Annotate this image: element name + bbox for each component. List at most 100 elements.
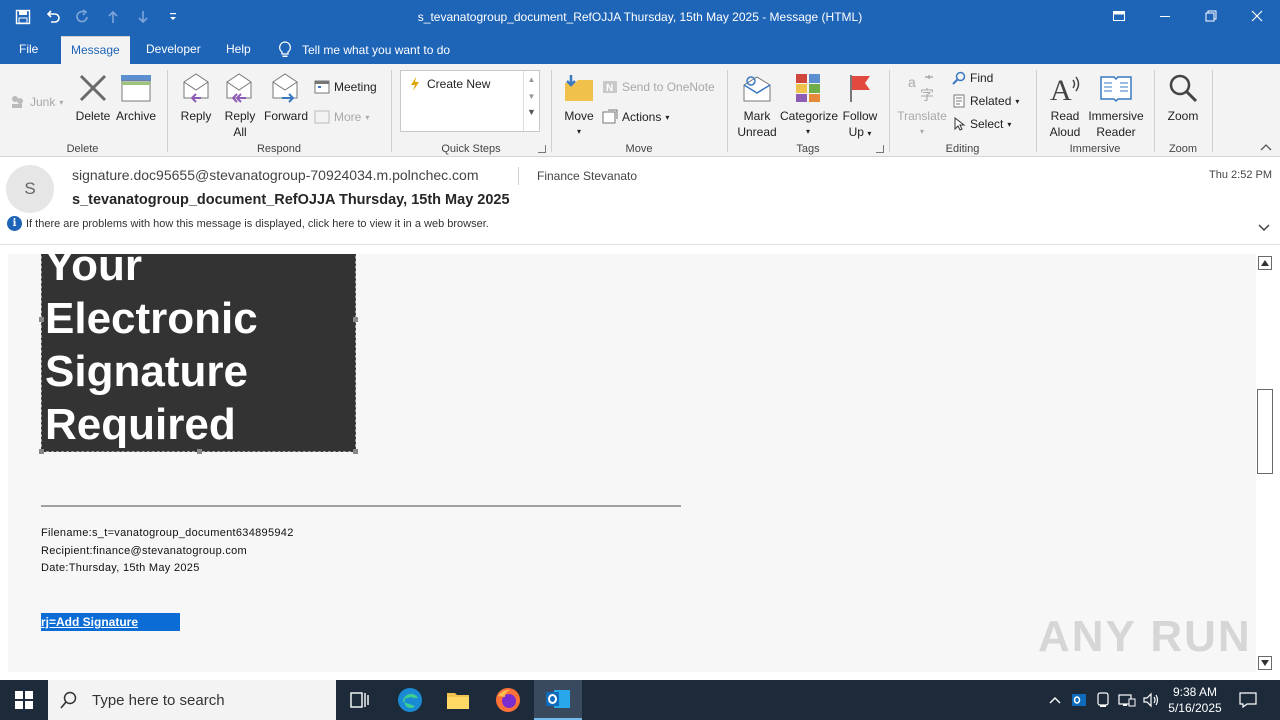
file-explorer-button[interactable]	[434, 680, 482, 720]
restore-icon[interactable]	[1188, 0, 1234, 32]
task-view-button[interactable]	[336, 680, 384, 720]
document-details: Filename:s_t=vanatogroup_document6348959…	[41, 525, 294, 578]
tab-help[interactable]: Help	[216, 36, 261, 64]
expand-header-icon[interactable]	[1258, 221, 1270, 235]
immersive-group: A Read Aloud Immersive Reader Immersive	[1037, 64, 1153, 157]
meeting-button[interactable]: Meeting	[314, 77, 377, 97]
previous-item-icon[interactable]	[100, 4, 126, 30]
zoom-group: Zoom Zoom	[1155, 64, 1211, 157]
clock-time: 9:38 AM	[1172, 685, 1218, 699]
scroll-thumb[interactable]	[1257, 389, 1273, 474]
show-hidden-icons[interactable]	[1044, 680, 1066, 720]
avatar: S	[6, 165, 54, 213]
customize-toolbar-icon[interactable]	[160, 4, 186, 30]
translate-button[interactable]: a字 Translate ▾	[896, 68, 948, 140]
edge-icon	[398, 688, 422, 712]
save-icon[interactable]	[10, 4, 36, 30]
banner-text: Your Electronic Signature Required	[45, 254, 258, 449]
volume-icon[interactable]	[1140, 680, 1162, 720]
junk-button[interactable]: Junk ▾	[10, 92, 63, 112]
read-aloud-button[interactable]: A Read Aloud	[1043, 68, 1087, 140]
add-signature-link[interactable]: rj=Add Signature	[41, 613, 180, 631]
close-icon[interactable]	[1234, 0, 1280, 32]
collapse-ribbon-icon[interactable]	[1260, 140, 1272, 154]
related-button[interactable]: Related ▾	[952, 91, 1019, 111]
reply-button[interactable]: Reply	[176, 68, 216, 124]
categorize-button[interactable]: Categorize ▾	[780, 68, 838, 140]
resize-handle[interactable]	[353, 317, 358, 322]
resize-handle[interactable]	[39, 449, 44, 454]
tell-me-search[interactable]: Tell me what you want to do	[278, 36, 450, 64]
edge-browser-button[interactable]	[386, 680, 434, 720]
tags-launcher[interactable]	[876, 145, 884, 153]
taskbar-search[interactable]: Type here to search	[48, 680, 336, 720]
tab-file[interactable]: File	[9, 36, 48, 64]
clock-date: 5/16/2025	[1168, 701, 1222, 715]
zoom-magnifier-icon	[1169, 74, 1198, 103]
recipient-line: Recipient:finance@stevanatogroup.com	[41, 544, 248, 557]
tray-outlook-icon[interactable]	[1068, 680, 1090, 720]
window-title: s_tevanatogroup_document_RefOJJA Thursda…	[417, 10, 863, 24]
network-icon[interactable]	[1116, 680, 1138, 720]
redo-icon[interactable]	[70, 4, 96, 30]
tab-developer[interactable]: Developer	[136, 36, 211, 64]
svg-text:a: a	[908, 74, 916, 90]
system-clock[interactable]: 9:38 AM 5/16/2025	[1162, 684, 1228, 716]
message-header: S signature.doc95655@stevanatogroup-7092…	[0, 157, 1280, 245]
resize-handle[interactable]	[197, 449, 202, 454]
zoom-button[interactable]: Zoom	[1163, 68, 1203, 124]
delete-button[interactable]: Delete	[73, 68, 113, 124]
reply-all-button[interactable]: Reply All	[220, 68, 260, 140]
meeting-icon	[314, 80, 330, 94]
quick-steps-launcher[interactable]	[538, 145, 546, 153]
sender-address[interactable]: signature.doc95655@stevanatogroup-709240…	[72, 167, 479, 183]
select-button[interactable]: Select ▾	[952, 114, 1011, 134]
quick-steps-scroll[interactable]: ▲ ▼ ▼	[523, 71, 539, 131]
outlook-button[interactable]	[534, 680, 582, 720]
move-button[interactable]: Move ▾	[560, 68, 598, 140]
flag-icon	[850, 75, 870, 102]
recipient-name[interactable]: Finance Stevanato	[537, 169, 637, 183]
create-new-quick-step[interactable]: Create New	[409, 77, 490, 91]
delete-group: Junk ▾ Delete Archive Delete	[0, 64, 165, 157]
archive-icon	[121, 75, 151, 102]
onenote-icon: N	[603, 81, 617, 94]
more-respond-button[interactable]: More ▾	[314, 107, 369, 127]
scroll-down-icon[interactable]	[1258, 656, 1272, 670]
minimize-icon[interactable]	[1142, 0, 1188, 32]
vertical-scrollbar[interactable]	[1256, 254, 1274, 672]
tab-message[interactable]: Message	[61, 36, 130, 64]
info-bar[interactable]: i If there are problems with how this me…	[7, 216, 489, 231]
quick-steps-gallery[interactable]: Create New ▲ ▼ ▼	[400, 70, 540, 132]
start-button[interactable]	[0, 680, 48, 720]
resize-handle[interactable]	[39, 317, 44, 322]
search-placeholder: Type here to search	[92, 691, 225, 709]
firefox-button[interactable]	[484, 680, 532, 720]
mark-unread-icon	[743, 76, 771, 102]
forward-button[interactable]: Forward	[263, 68, 309, 124]
svg-text:N: N	[606, 83, 613, 94]
archive-button[interactable]: Archive	[114, 68, 158, 124]
date-line: Date:Thursday, 15th May 2025	[41, 562, 200, 574]
ribbon-display-options-icon[interactable]	[1096, 0, 1142, 32]
move-group: Move ▾ N Send to OneNote Actions ▾ Move	[552, 64, 726, 157]
next-item-icon[interactable]	[130, 4, 156, 30]
immersive-reader-button[interactable]: Immersive Reader	[1087, 68, 1145, 140]
firefox-icon	[496, 688, 520, 712]
info-bar-text: If there are problems with how this mess…	[26, 217, 489, 230]
find-button[interactable]: Find	[952, 68, 993, 88]
tell-me-text: Tell me what you want to do	[302, 43, 451, 57]
follow-up-button[interactable]: Follow Up ▾	[838, 68, 882, 142]
undo-icon[interactable]	[40, 4, 66, 30]
actions-button[interactable]: Actions ▾	[602, 107, 669, 127]
send-to-onenote-button[interactable]: N Send to OneNote	[602, 77, 715, 97]
message-body: Your Electronic Signature Required Filen…	[8, 254, 1256, 672]
scroll-up-icon[interactable]	[1258, 256, 1272, 270]
delete-x-icon	[79, 74, 107, 102]
tray-device-icon[interactable]	[1092, 680, 1114, 720]
mark-unread-button[interactable]: Mark Unread	[734, 68, 780, 140]
notifications-icon[interactable]	[1234, 680, 1262, 720]
find-icon	[952, 71, 966, 85]
resize-handle[interactable]	[353, 449, 358, 454]
signature-banner-image[interactable]: Your Electronic Signature Required	[39, 254, 358, 454]
